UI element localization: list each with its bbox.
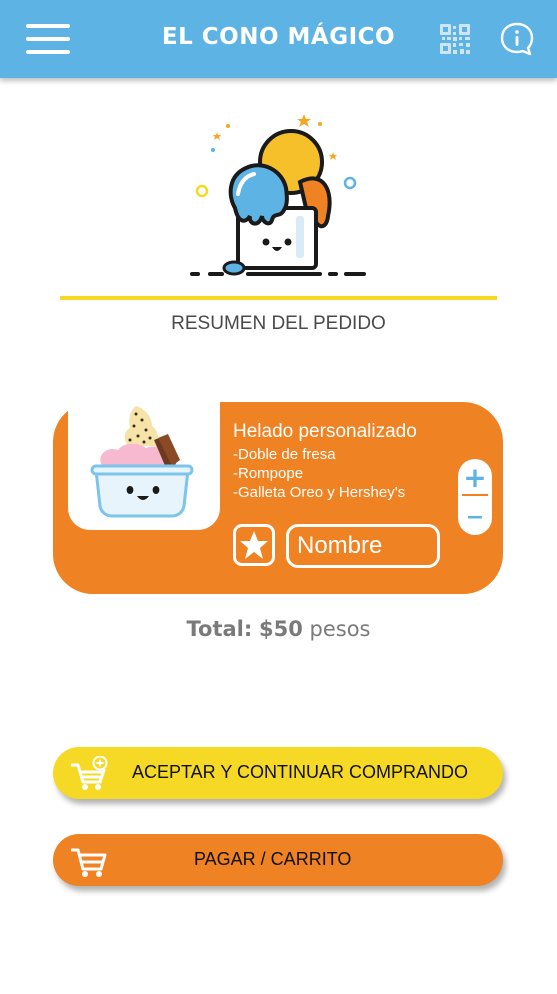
pay-cart-button[interactable]: PAGAR / CARRITO <box>53 834 503 886</box>
order-detail-line: -Rompope <box>233 465 304 482</box>
total-unit: pesos <box>309 617 371 641</box>
menu-line <box>26 50 70 54</box>
info-icon[interactable] <box>499 21 535 57</box>
section-title: RESUMEN DEL PEDIDO <box>171 313 386 334</box>
order-detail-line: -Doble de fresa <box>233 446 336 463</box>
add-to-cart-icon <box>71 756 108 790</box>
total-label: Total: <box>186 617 253 641</box>
product-name: Helado personalizado <box>233 421 417 442</box>
quantity-stepper: + − <box>458 459 492 535</box>
qr-code-icon[interactable] <box>440 24 470 54</box>
app-title: EL CONO MÁGICO <box>161 24 396 50</box>
ice-cream-cup-icon <box>90 406 194 518</box>
accept-continue-button[interactable]: ACEPTAR Y CONTINUAR COMPRANDO <box>53 747 503 799</box>
accept-continue-label: ACEPTAR Y CONTINUAR COMPRANDO <box>132 762 469 782</box>
yellow-divider <box>60 296 497 300</box>
increase-quantity-button[interactable]: + <box>458 459 492 495</box>
ice-cream-cup-mascot-icon <box>190 114 366 276</box>
order-name-input[interactable] <box>286 524 440 568</box>
order-detail-line: -Galleta Oreo y Hershey's <box>233 484 406 501</box>
decrease-quantity-button[interactable]: − <box>458 499 492 535</box>
cart-icon <box>71 848 107 877</box>
top-bar: EL CONO MÁGICO <box>0 0 557 78</box>
pay-cart-label: PAGAR / CARRITO <box>194 849 352 869</box>
stepper-divider <box>462 494 488 496</box>
star-icon <box>240 531 268 559</box>
total-amount: $50 <box>258 617 303 641</box>
favorite-button[interactable] <box>233 524 275 566</box>
order-total: Total: $50 pesos <box>0 617 557 641</box>
product-image <box>68 402 220 530</box>
